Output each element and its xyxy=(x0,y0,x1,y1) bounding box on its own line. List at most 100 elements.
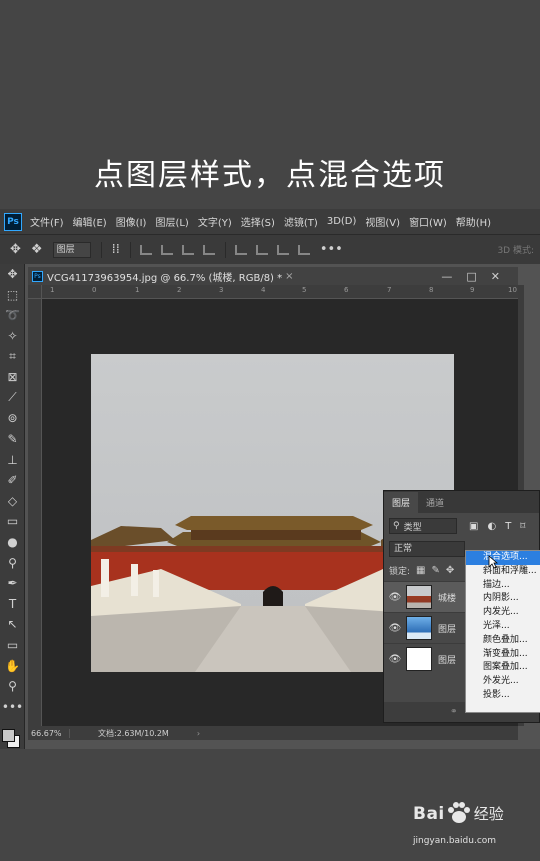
close-icon[interactable]: ✕ xyxy=(491,270,500,283)
move-tool-icon[interactable]: ✥ xyxy=(0,264,25,285)
zoom-tool-icon[interactable]: ⚲ xyxy=(0,676,25,697)
transform-controls-icon[interactable]: ⁞⁞ xyxy=(112,242,120,257)
more-options-icon[interactable]: ••• xyxy=(320,242,343,257)
rectangle-tool-icon[interactable]: ▭ xyxy=(0,635,25,656)
menu-view[interactable]: 视图(V) xyxy=(365,214,400,229)
menu-help[interactable]: 帮助(H) xyxy=(456,214,491,229)
status-menu-arrow-icon[interactable]: › xyxy=(197,729,200,738)
clone-stamp-tool-icon[interactable]: ⊥ xyxy=(0,449,25,470)
eraser-tool-icon[interactable]: ◇ xyxy=(0,491,25,512)
history-brush-tool-icon[interactable]: ✐ xyxy=(0,470,25,491)
shape-filter-icon[interactable]: ⌑ xyxy=(520,521,525,532)
menu-item-satin[interactable]: 光泽... xyxy=(466,620,540,634)
link-layers-icon[interactable]: ⚭ xyxy=(450,707,458,717)
hand-tool-icon[interactable]: ✋ xyxy=(0,655,25,676)
lock-transparent-icon[interactable]: ▦ xyxy=(416,565,425,576)
brush-tool-icon[interactable]: ✎ xyxy=(0,429,25,450)
pixel-filter-icon[interactable]: ▣ xyxy=(469,521,478,532)
align-top-icon[interactable] xyxy=(202,244,215,255)
more-tools-icon[interactable]: ••• xyxy=(0,696,25,717)
ruler-tick-label: 10 xyxy=(508,286,517,294)
menu-3d[interactable]: 3D(D) xyxy=(327,216,357,227)
baidu-watermark: Bai 经验 xyxy=(413,803,504,824)
ruler-tick-label: 1 xyxy=(50,286,55,294)
menu-select[interactable]: 选择(S) xyxy=(241,214,275,229)
menu-item-drop-shadow[interactable]: 投影... xyxy=(466,689,540,703)
menu-file[interactable]: 文件(F) xyxy=(30,214,64,229)
horizontal-ruler: 1 0 1 2 3 4 5 6 7 8 9 10 xyxy=(42,285,518,299)
move-tool-icon[interactable]: ✥ xyxy=(10,242,21,257)
mouse-cursor-icon xyxy=(488,555,498,569)
close-tab-icon[interactable]: × xyxy=(285,271,293,282)
align-center-icon[interactable] xyxy=(160,244,173,255)
lasso-tool-icon[interactable]: ➰ xyxy=(0,305,25,326)
distribute-left-icon[interactable] xyxy=(297,244,310,255)
menu-edit[interactable]: 编辑(E) xyxy=(73,214,107,229)
maximize-icon[interactable]: □ xyxy=(466,270,476,283)
auto-select-dropdown[interactable]: 图层 xyxy=(52,241,91,258)
menu-item-bevel-emboss[interactable]: 斜面和浮雕... xyxy=(466,565,540,579)
pen-tool-icon[interactable]: ✒ xyxy=(0,573,25,594)
healing-brush-tool-icon[interactable]: ⊚ xyxy=(0,408,25,429)
menu-type[interactable]: 文字(Y) xyxy=(198,214,232,229)
blur-tool-icon[interactable]: ● xyxy=(0,532,25,553)
menu-filter[interactable]: 滤镜(T) xyxy=(284,214,318,229)
menu-window[interactable]: 窗口(W) xyxy=(409,214,447,229)
ruler-tick-label: 1 xyxy=(135,286,140,294)
minimize-icon[interactable]: — xyxy=(441,270,452,283)
filter-icons: ▣ ◐ T ⌑ xyxy=(469,521,525,532)
lock-position-icon[interactable]: ✥ xyxy=(446,565,454,576)
crop-tool-icon[interactable]: ⌗ xyxy=(0,346,25,367)
adjustment-filter-icon[interactable]: ◐ xyxy=(487,521,496,532)
ruler-corner xyxy=(28,285,42,299)
distribute-middle-icon[interactable] xyxy=(255,244,268,255)
watermark-brand: Bai xyxy=(413,804,445,824)
ruler-tick-label: 6 xyxy=(344,286,349,294)
align-left-icon[interactable] xyxy=(139,244,152,255)
type-filter-icon[interactable]: T xyxy=(505,521,511,532)
gradient-tool-icon[interactable]: ▭ xyxy=(0,511,25,532)
menu-item-color-overlay[interactable]: 颜色叠加... xyxy=(466,634,540,648)
menu-item-blending-options[interactable]: 混合选项... xyxy=(466,551,540,565)
3d-mode-label: 3D 模式: xyxy=(497,246,534,256)
type-tool-icon[interactable]: T xyxy=(0,594,25,615)
marquee-tool-icon[interactable]: ⬚ xyxy=(0,285,25,306)
tab-layers[interactable]: 图层 xyxy=(384,492,419,513)
document-tab[interactable]: Ps VCG41173963954.jpg @ 66.7% (城楼, RGB/8… xyxy=(28,267,518,285)
magic-wand-tool-icon[interactable]: ✧ xyxy=(0,326,25,347)
menu-item-inner-glow[interactable]: 内发光... xyxy=(466,606,540,620)
eyedropper-tool-icon[interactable]: ⟋ xyxy=(0,388,25,409)
distribute-top-icon[interactable] xyxy=(234,244,247,255)
foreground-color-swatch[interactable] xyxy=(2,729,15,742)
visibility-eye-icon[interactable]: 👁 xyxy=(384,654,406,665)
menu-image[interactable]: 图像(I) xyxy=(116,214,147,229)
distribute-bottom-icon[interactable] xyxy=(276,244,289,255)
frame-tool-icon[interactable]: ⊠ xyxy=(0,367,25,388)
ruler-tick-label: 3 xyxy=(219,286,224,294)
layer-name: 图层 xyxy=(438,624,457,635)
vertical-ruler xyxy=(28,299,42,726)
ruler-tick-label: 0 xyxy=(92,286,97,294)
dodge-tool-icon[interactable]: ⚲ xyxy=(0,552,25,573)
options-separator xyxy=(224,241,226,258)
ruler-tick-label: 5 xyxy=(302,286,307,294)
path-select-tool-icon[interactable]: ↖ xyxy=(0,614,25,635)
document-ps-icon: Ps xyxy=(32,270,43,282)
layers-stack-icon[interactable]: ❖ xyxy=(31,242,43,257)
tab-channels[interactable]: 通道 xyxy=(418,492,452,513)
lock-pixels-icon[interactable]: ✎ xyxy=(432,565,440,576)
ruler-tick-label: 7 xyxy=(387,286,392,294)
menu-item-inner-shadow[interactable]: 内阴影... xyxy=(466,592,540,606)
layer-filter-dropdown[interactable]: ⚲ 类型 xyxy=(389,518,457,534)
blend-mode-dropdown[interactable]: 正常 xyxy=(389,541,465,557)
menu-item-gradient-overlay[interactable]: 渐变叠加... xyxy=(466,648,540,662)
menu-item-outer-glow[interactable]: 外发光... xyxy=(466,675,540,689)
visibility-eye-icon[interactable]: 👁 xyxy=(384,592,406,603)
menu-item-stroke[interactable]: 描边... xyxy=(466,579,540,593)
zoom-level[interactable]: 66.67% xyxy=(28,728,70,738)
visibility-eye-icon[interactable]: 👁 xyxy=(384,623,406,634)
tools-panel: ✥ ⬚ ➰ ✧ ⌗ ⊠ ⟋ ⊚ ✎ ⊥ ✐ ◇ ▭ ● ⚲ ✒ T ↖ ▭ ✋ … xyxy=(0,264,25,749)
menu-layer[interactable]: 图层(L) xyxy=(155,214,188,229)
align-right-icon[interactable] xyxy=(181,244,194,255)
menu-item-pattern-overlay[interactable]: 图案叠加... xyxy=(466,661,540,675)
